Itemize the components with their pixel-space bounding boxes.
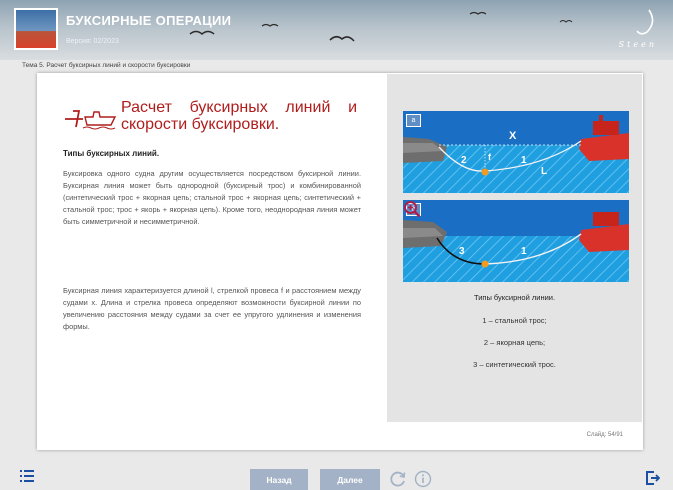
zoom-in-icon[interactable]: [403, 200, 421, 218]
label-steel-1: 1: [521, 246, 527, 257]
caption-item-steel: 1 – стальной трос;: [482, 316, 547, 325]
section-subtitle: Типы буксирных линий.: [63, 149, 160, 158]
next-button[interactable]: Далее: [320, 469, 380, 490]
bottom-navigation-bar: Назад Далее: [0, 458, 673, 490]
header-banner: БУКСИРНЫЕ ОПЕРАЦИИ Версия: 02/2023 Steen: [0, 0, 673, 60]
towing-illustration-b: б 3 1: [403, 200, 629, 282]
title-line-2: скорости буксировки.: [121, 116, 280, 133]
paragraph-towing-lines: Буксировка одного судна другим осуществл…: [63, 169, 361, 227]
title-word: и: [348, 99, 357, 116]
label-synthetic-3: 3: [459, 246, 465, 257]
label-sag-f: f: [488, 152, 491, 162]
company-logo-icon: [636, 9, 654, 35]
label-chain-2: 2: [461, 155, 467, 166]
course-thumbnail: [14, 8, 58, 50]
title-word: буксирных: [189, 99, 268, 116]
slide-counter: Слайд: 54/91: [586, 432, 623, 438]
towing-illustration-a: а X 2 f 1 L: [403, 111, 629, 193]
caption-item-synthetic: 3 – синтетический трос.: [473, 360, 556, 369]
paragraph-line-characteristics: Буксирная линия характеризуется длиной l…: [63, 286, 361, 332]
caption-title: Типы буксирной линии.: [473, 293, 556, 302]
refresh-icon[interactable]: [389, 470, 407, 488]
title-word: линий: [285, 99, 331, 116]
course-version: Версия: 02/2023: [66, 38, 119, 45]
title-word: Расчет: [121, 99, 172, 116]
slide-card: Расчет буксирных линий и скорости буксир…: [37, 73, 643, 450]
label-length-l: L: [541, 166, 548, 177]
exit-icon[interactable]: [646, 471, 660, 485]
illustration-tag-a: а: [406, 114, 421, 127]
menu-list-icon[interactable]: [20, 470, 34, 482]
tug-ship-logo-icon: [65, 110, 117, 130]
info-icon[interactable]: [414, 470, 432, 488]
caption-item-chain: 2 – якорная цепь;: [483, 338, 546, 347]
label-steel-1: 1: [521, 155, 527, 166]
illustration-panel: а X 2 f 1 L б 3 1: [387, 74, 642, 422]
birds-background: [189, 11, 573, 42]
back-button[interactable]: Назад: [250, 469, 308, 490]
slide-title: Расчет буксирных линий и скорости буксир…: [121, 99, 357, 133]
label-x: X: [509, 130, 517, 142]
company-logo-text: Steen: [618, 40, 657, 49]
breadcrumb: Тема 5. Расчет буксирных линий и скорост…: [22, 62, 191, 69]
course-title: БУКСИРНЫЕ ОПЕРАЦИИ: [66, 13, 232, 28]
